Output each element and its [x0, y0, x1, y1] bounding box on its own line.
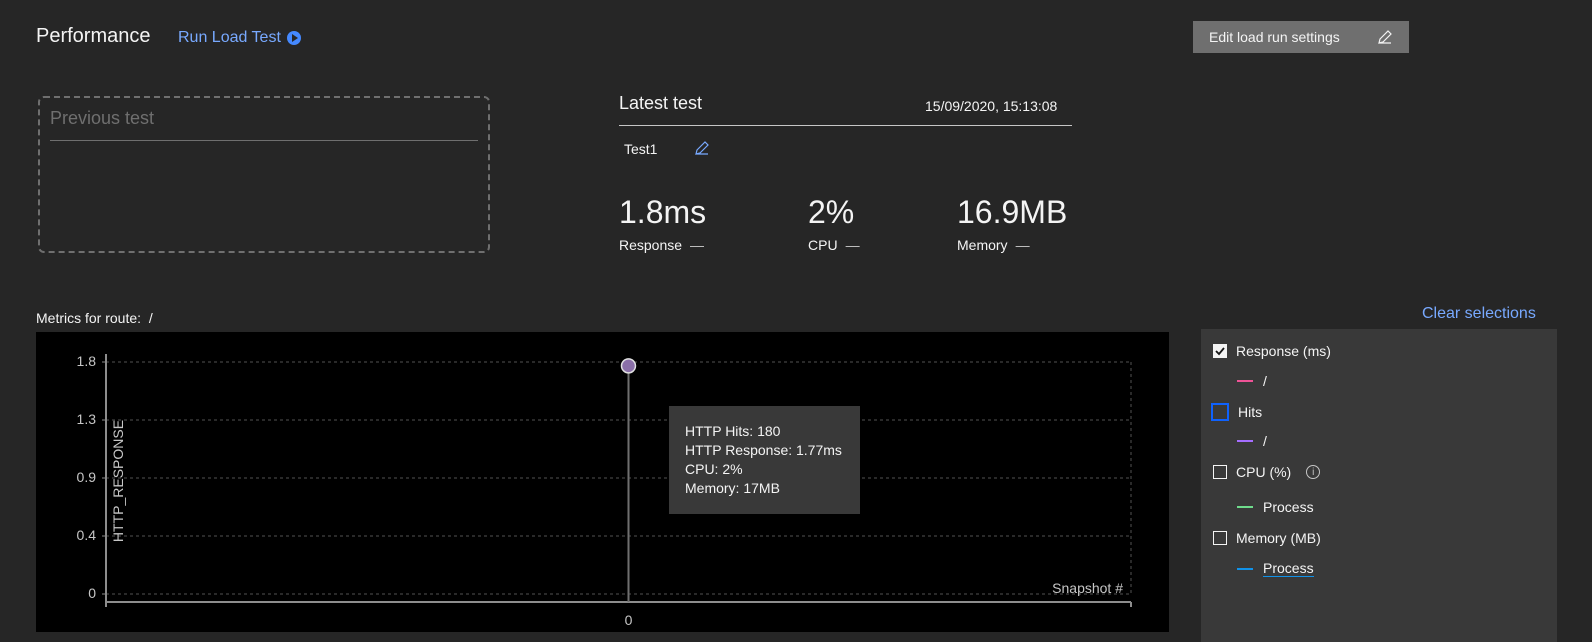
- response-checkbox[interactable]: [1213, 344, 1227, 358]
- latest-test-date: 15/09/2020, 15:13:08: [925, 98, 1058, 114]
- cpu-swatch: [1237, 506, 1253, 508]
- memory-delta: —: [1015, 237, 1030, 253]
- legend-cpu[interactable]: CPU (%) i: [1213, 464, 1321, 480]
- metrics-route-value: /: [148, 310, 153, 326]
- memory-legend-label: Memory (MB): [1236, 530, 1321, 546]
- y-tick-label: 1.8: [77, 353, 97, 369]
- edit-test-name-icon[interactable]: [694, 140, 710, 156]
- run-load-test-label: Run Load Test: [178, 29, 281, 46]
- cpu-label-text: CPU: [808, 237, 838, 253]
- hits-swatch: [1237, 440, 1253, 442]
- divider: [619, 125, 1072, 126]
- memory-value: 16.9MB: [957, 194, 1068, 230]
- clear-selections-link[interactable]: Clear selections: [1422, 305, 1536, 323]
- play-icon: [286, 31, 301, 45]
- y-axis-label: HTTP_RESPONSE: [110, 420, 126, 542]
- memory-checkbox[interactable]: [1213, 531, 1227, 545]
- metrics-chart: 1.8 1.3 0.9 0.4 0 HTTP_RESPONSE Snapshot # 0: [77, 353, 1132, 628]
- cpu-delta: —: [845, 237, 860, 253]
- cpu-label: CPU —: [808, 237, 860, 253]
- response-label: Response —: [619, 237, 704, 253]
- tooltip-memory: Memory: 17MB: [685, 480, 780, 496]
- page-title: Performance: [36, 25, 151, 47]
- x-tick-label: 0: [625, 612, 633, 628]
- cpu-legend-label: CPU (%): [1236, 464, 1292, 480]
- tooltip-response: HTTP Response: 1.77ms: [685, 442, 842, 458]
- chart-area: 1.8 1.3 0.9 0.4 0 HTTP_RESPONSE Snapshot # 0: [36, 332, 1169, 632]
- response-legend-label: Response (ms): [1236, 343, 1331, 359]
- tooltip-cpu: CPU: 2%: [685, 461, 743, 477]
- metrics-route-label: Metrics for route:: [36, 310, 142, 326]
- previous-test-panel: Previous test: [38, 96, 490, 253]
- y-tick-label: 0.9: [77, 469, 97, 485]
- cpu-checkbox[interactable]: [1213, 465, 1227, 479]
- edit-settings-label: Edit load run settings: [1209, 29, 1340, 45]
- info-icon[interactable]: i: [1306, 465, 1321, 479]
- response-value: 1.8ms: [619, 194, 707, 230]
- cpu-value: 2%: [808, 194, 855, 230]
- cpu-sub-label: Process: [1263, 499, 1314, 515]
- response-label-text: Response: [619, 237, 683, 253]
- legend-response-route: /: [1237, 373, 1267, 389]
- tooltip-hits: HTTP Hits: 180: [685, 423, 781, 439]
- memory-swatch: [1237, 567, 1253, 570]
- x-axis-label: Snapshot #: [1052, 580, 1123, 596]
- legend-response[interactable]: Response (ms): [1213, 343, 1331, 359]
- metrics-route: Metrics for route: /: [36, 310, 153, 326]
- legend-memory-process: Process: [1237, 560, 1314, 577]
- response-delta: —: [690, 237, 705, 253]
- hits-sub-label: /: [1263, 433, 1267, 449]
- response-sub-label: /: [1263, 373, 1267, 389]
- metric-selection-panel: Response (ms) / Hits / CPU (%) i Process…: [1201, 329, 1557, 642]
- data-point: [620, 358, 637, 374]
- edit-load-run-settings-button[interactable]: Edit load run settings: [1193, 21, 1409, 53]
- memory-label: Memory —: [957, 237, 1030, 253]
- response-swatch: [1237, 380, 1253, 382]
- pencil-icon: [1378, 30, 1392, 44]
- y-tick-label: 0.4: [77, 527, 97, 543]
- test-name: Test1: [624, 141, 658, 157]
- legend-hits[interactable]: Hits: [1211, 403, 1263, 421]
- latest-test-title: Latest test: [619, 93, 703, 113]
- y-tick-label: 1.3: [77, 411, 97, 427]
- chart-tooltip: HTTP Hits: 180 HTTP Response: 1.77ms CPU…: [669, 406, 860, 514]
- legend-hits-route: /: [1237, 433, 1267, 449]
- hits-legend-label: Hits: [1238, 404, 1263, 420]
- y-tick-label: 0: [88, 585, 96, 601]
- memory-label-text: Memory: [957, 237, 1008, 253]
- previous-test-label: Previous test: [50, 108, 155, 128]
- hits-checkbox[interactable]: [1211, 403, 1229, 421]
- legend-memory[interactable]: Memory (MB): [1213, 530, 1321, 546]
- checkmark-icon: [1215, 347, 1225, 356]
- legend-cpu-process: Process: [1237, 499, 1314, 515]
- run-load-test-link[interactable]: Run Load Test: [178, 29, 301, 47]
- divider: [50, 140, 478, 141]
- memory-sub-label: Process: [1263, 560, 1314, 577]
